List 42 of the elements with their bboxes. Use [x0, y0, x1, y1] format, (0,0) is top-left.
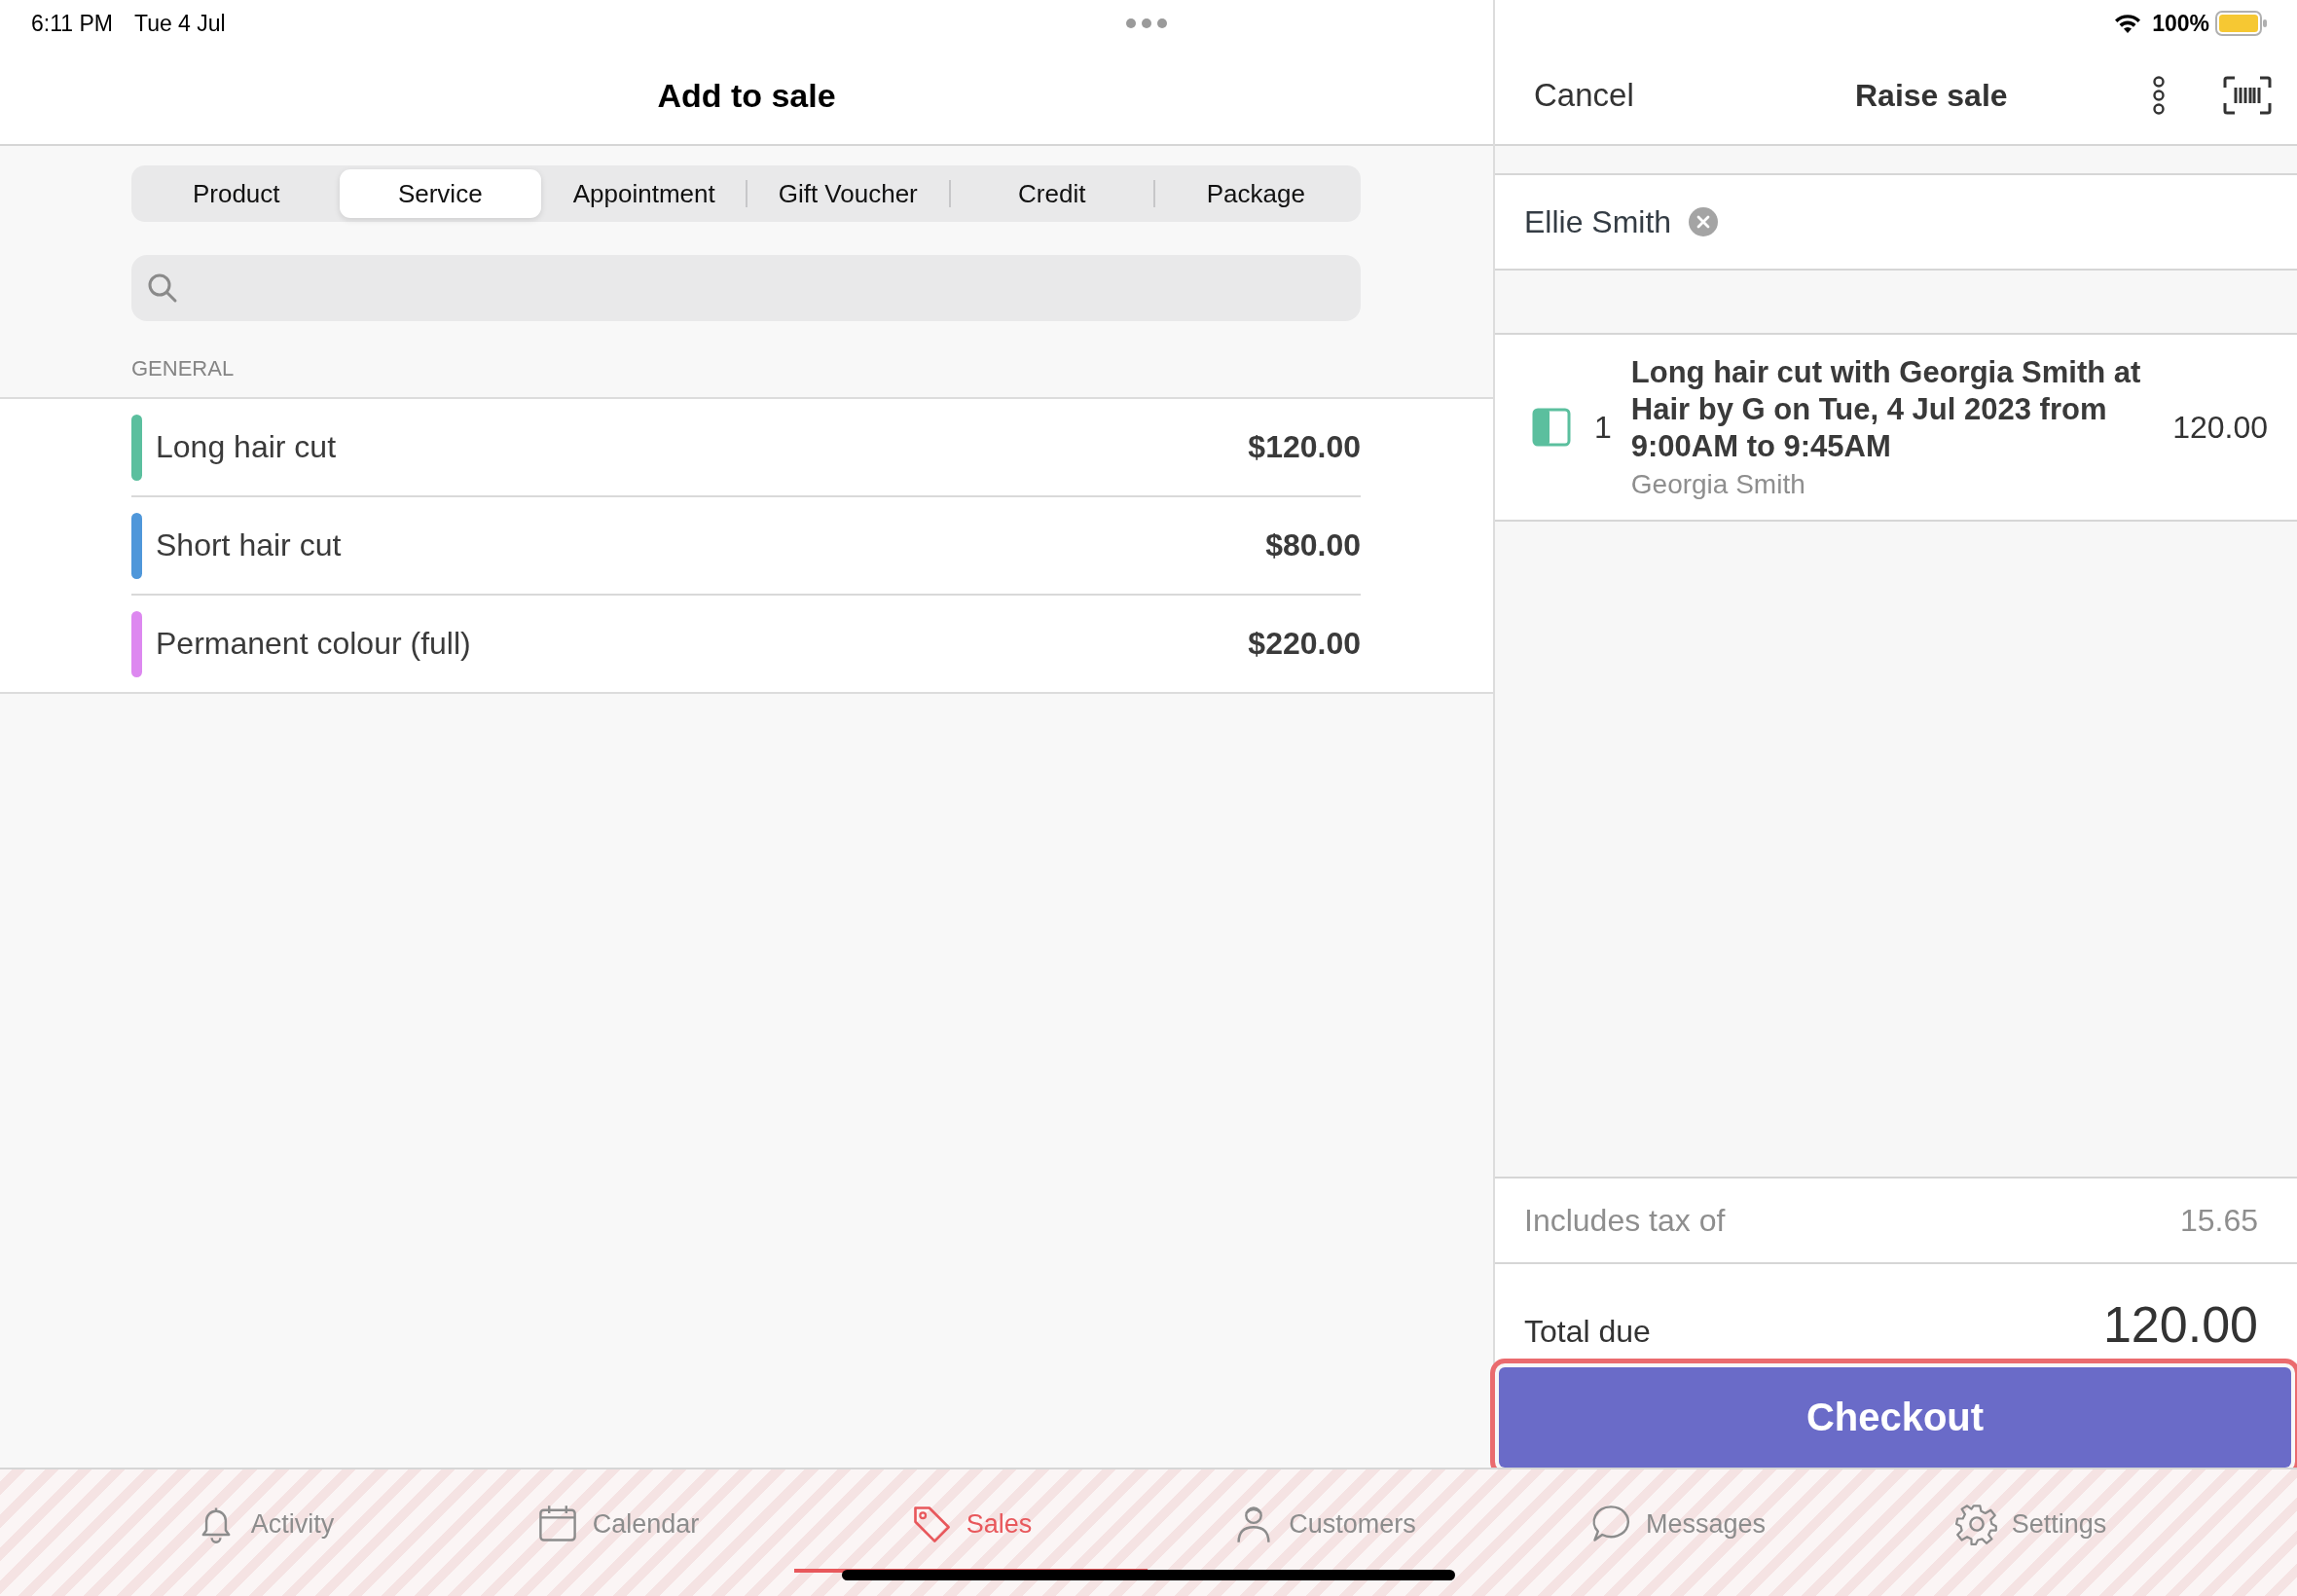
service-name: Long hair cut: [156, 429, 337, 465]
cancel-button[interactable]: Cancel: [1534, 77, 1855, 114]
battery-percentage: 100%: [2152, 10, 2209, 37]
tax-label: Includes tax of: [1524, 1202, 1726, 1239]
service-name: Short hair cut: [156, 527, 343, 563]
segment-tab[interactable]: Package: [1154, 169, 1357, 218]
page-title: Add to sale: [657, 76, 836, 115]
service-price: $120.00: [1248, 429, 1361, 465]
item-description: Long hair cut with Georgia Smith at Hair by G on Tue, 4 Jul 2023 from 9:00AM to 9:45AM: [1630, 354, 2142, 465]
total-amount: 120.00: [2102, 1295, 2258, 1355]
item-staff: Georgia Smith: [1630, 469, 1806, 500]
service-row[interactable]: Long hair cut $120.00: [131, 399, 1361, 497]
panel-title: Raise sale: [1855, 77, 2009, 114]
segment-tab[interactable]: Service: [339, 169, 541, 218]
gear-icon: [1954, 1503, 1998, 1546]
client-name: Ellie Smith: [1524, 203, 1672, 240]
segment-tab[interactable]: Appointment: [543, 169, 746, 218]
status-time: 6:11 PM: [31, 10, 113, 37]
barcode-scanner-icon[interactable]: [2223, 76, 2272, 115]
battery-icon: [2215, 11, 2268, 36]
clear-icon[interactable]: [1689, 207, 1719, 236]
search-field[interactable]: [131, 255, 1361, 321]
wifi-icon: [2113, 13, 2143, 34]
service-price: $220.00: [1248, 626, 1361, 662]
tax-amount: 15.65: [2179, 1202, 2258, 1239]
service-row[interactable]: Permanent colour (full) $220.00: [131, 596, 1361, 692]
service-row[interactable]: Short hair cut $80.00: [131, 497, 1361, 596]
total-label: Total due: [1524, 1314, 1651, 1352]
segment-tab[interactable]: Gift Voucher: [747, 169, 949, 218]
more-options-icon[interactable]: [2151, 76, 2167, 115]
segment-tab[interactable]: Product: [135, 169, 338, 218]
section-header: GENERAL: [131, 356, 236, 382]
item-quantity: 1: [1594, 409, 1612, 446]
service-name: Permanent colour (full): [156, 626, 472, 662]
segment-tab[interactable]: Credit: [951, 169, 1153, 218]
client-row[interactable]: Ellie Smith: [1495, 173, 2297, 271]
search-icon: [147, 272, 178, 304]
item-amount: 120.00: [2172, 409, 2268, 446]
status-date: Tue 4 Jul: [133, 10, 226, 37]
multitasking-dots-icon[interactable]: [1125, 18, 1168, 29]
service-price: $80.00: [1265, 527, 1361, 563]
sale-item[interactable]: 1 Long hair cut with Georgia Smith at Hair by G on Tue, 4 Jul 2023 from 9:00AM to 9:45AM Georgia Smith 120.00: [1495, 333, 2297, 522]
